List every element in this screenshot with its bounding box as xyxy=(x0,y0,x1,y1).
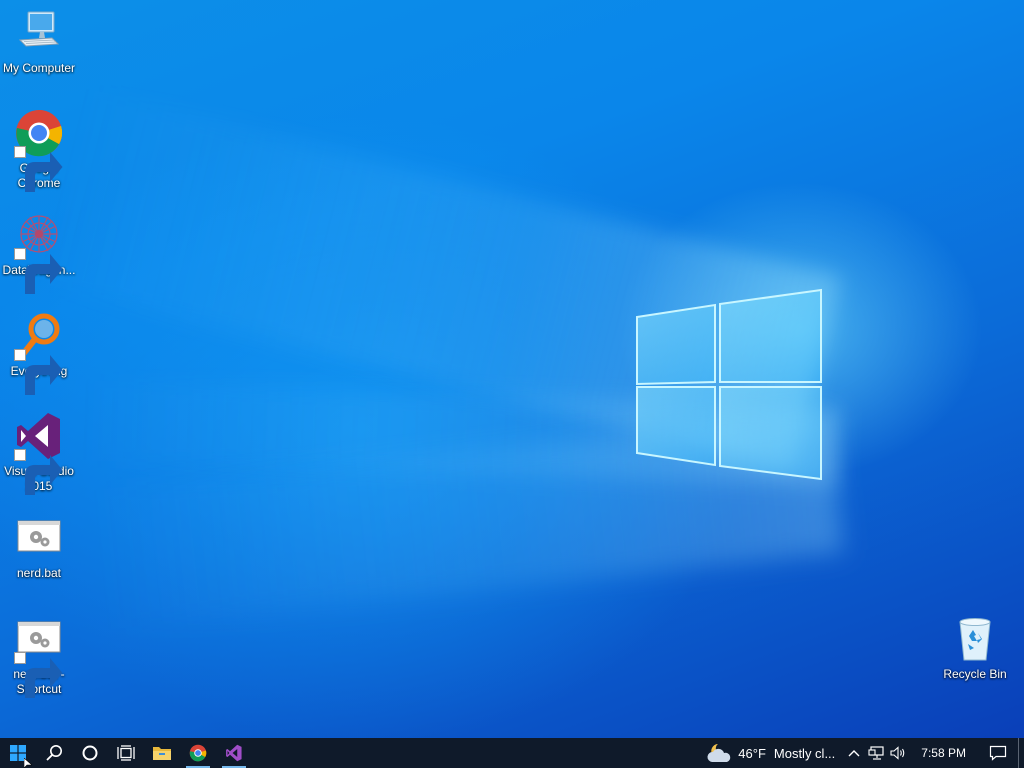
desktop-icon-nerd-bat[interactable]: nerd.bat xyxy=(0,513,78,581)
taskbar: 46°F Mostly cl... 7:58 PM xyxy=(0,738,1024,768)
desktop-icon-visual-studio[interactable]: Visual Studio 2015 xyxy=(0,411,78,495)
cortana-button[interactable] xyxy=(72,738,108,768)
shortcut-arrow-icon xyxy=(14,652,63,698)
recycle-bin-icon xyxy=(950,614,1000,664)
windows-wallpaper-logo xyxy=(636,288,822,481)
volume-button[interactable] xyxy=(887,738,909,768)
shortcut-arrow-icon xyxy=(14,248,63,294)
volume-icon xyxy=(890,746,905,760)
computer-icon xyxy=(14,8,64,58)
chrome-taskbar-button[interactable] xyxy=(180,738,216,768)
weather-temperature: 46°F xyxy=(738,745,766,761)
search-icon xyxy=(46,745,62,761)
shortcut-arrow-icon xyxy=(14,146,63,192)
desktop-icon-google-chrome[interactable]: Google Chrome xyxy=(0,108,78,192)
visual-studio-icon xyxy=(14,411,64,495)
chrome-icon xyxy=(189,744,207,762)
weather-condition: Mostly cl... xyxy=(773,745,836,761)
visual-studio-icon xyxy=(226,744,242,762)
everything-search-icon xyxy=(14,311,64,395)
taskbar-clock[interactable]: 7:58 PM xyxy=(909,746,978,760)
show-hidden-icons-button[interactable] xyxy=(843,738,865,768)
chrome-icon xyxy=(14,108,64,192)
network-button[interactable] xyxy=(865,738,887,768)
network-icon xyxy=(868,746,884,760)
search-button[interactable] xyxy=(36,738,72,768)
desktop-icon-label: My Computer xyxy=(2,61,76,75)
task-view-button[interactable] xyxy=(108,738,144,768)
cortana-circle-icon xyxy=(82,745,98,761)
shortcut-arrow-icon xyxy=(14,449,63,495)
mouse-cursor-icon xyxy=(24,758,32,768)
desktop-icon-label: Recycle Bin xyxy=(943,667,1007,681)
batch-file-icon xyxy=(14,513,64,563)
desktop-icon-datawagon[interactable]: DataWagon... xyxy=(0,210,78,294)
desktop-icon-recycle-bin[interactable]: Recycle Bin xyxy=(936,614,1014,682)
partly-cloudy-moon-icon xyxy=(707,744,731,762)
desktop-wallpaper[interactable]: My Computer Google Chrome xyxy=(0,0,1024,738)
visual-studio-taskbar-button[interactable] xyxy=(216,738,252,768)
shortcut-arrow-icon xyxy=(14,349,63,395)
task-view-icon xyxy=(117,745,135,761)
folder-icon xyxy=(153,747,171,760)
notification-icon xyxy=(989,745,1007,761)
desktop-icon-my-computer[interactable]: My Computer xyxy=(0,8,78,76)
desktop-icon-everything[interactable]: Everything xyxy=(0,311,78,395)
desktop-icon-nerd-bat-shortcut[interactable]: nerd.bat - Shortcut xyxy=(0,614,78,698)
chevron-up-icon xyxy=(848,750,860,757)
action-center-button[interactable] xyxy=(978,738,1018,768)
batch-file-icon xyxy=(14,614,64,698)
system-tray: 46°F Mostly cl... 7:58 PM xyxy=(702,738,1024,768)
show-desktop-button[interactable] xyxy=(1018,738,1024,768)
weather-widget[interactable]: 46°F Mostly cl... xyxy=(702,738,843,768)
datawagon-icon xyxy=(14,210,64,294)
file-explorer-button[interactable] xyxy=(144,738,180,768)
desktop-icon-label: nerd.bat xyxy=(16,566,62,580)
